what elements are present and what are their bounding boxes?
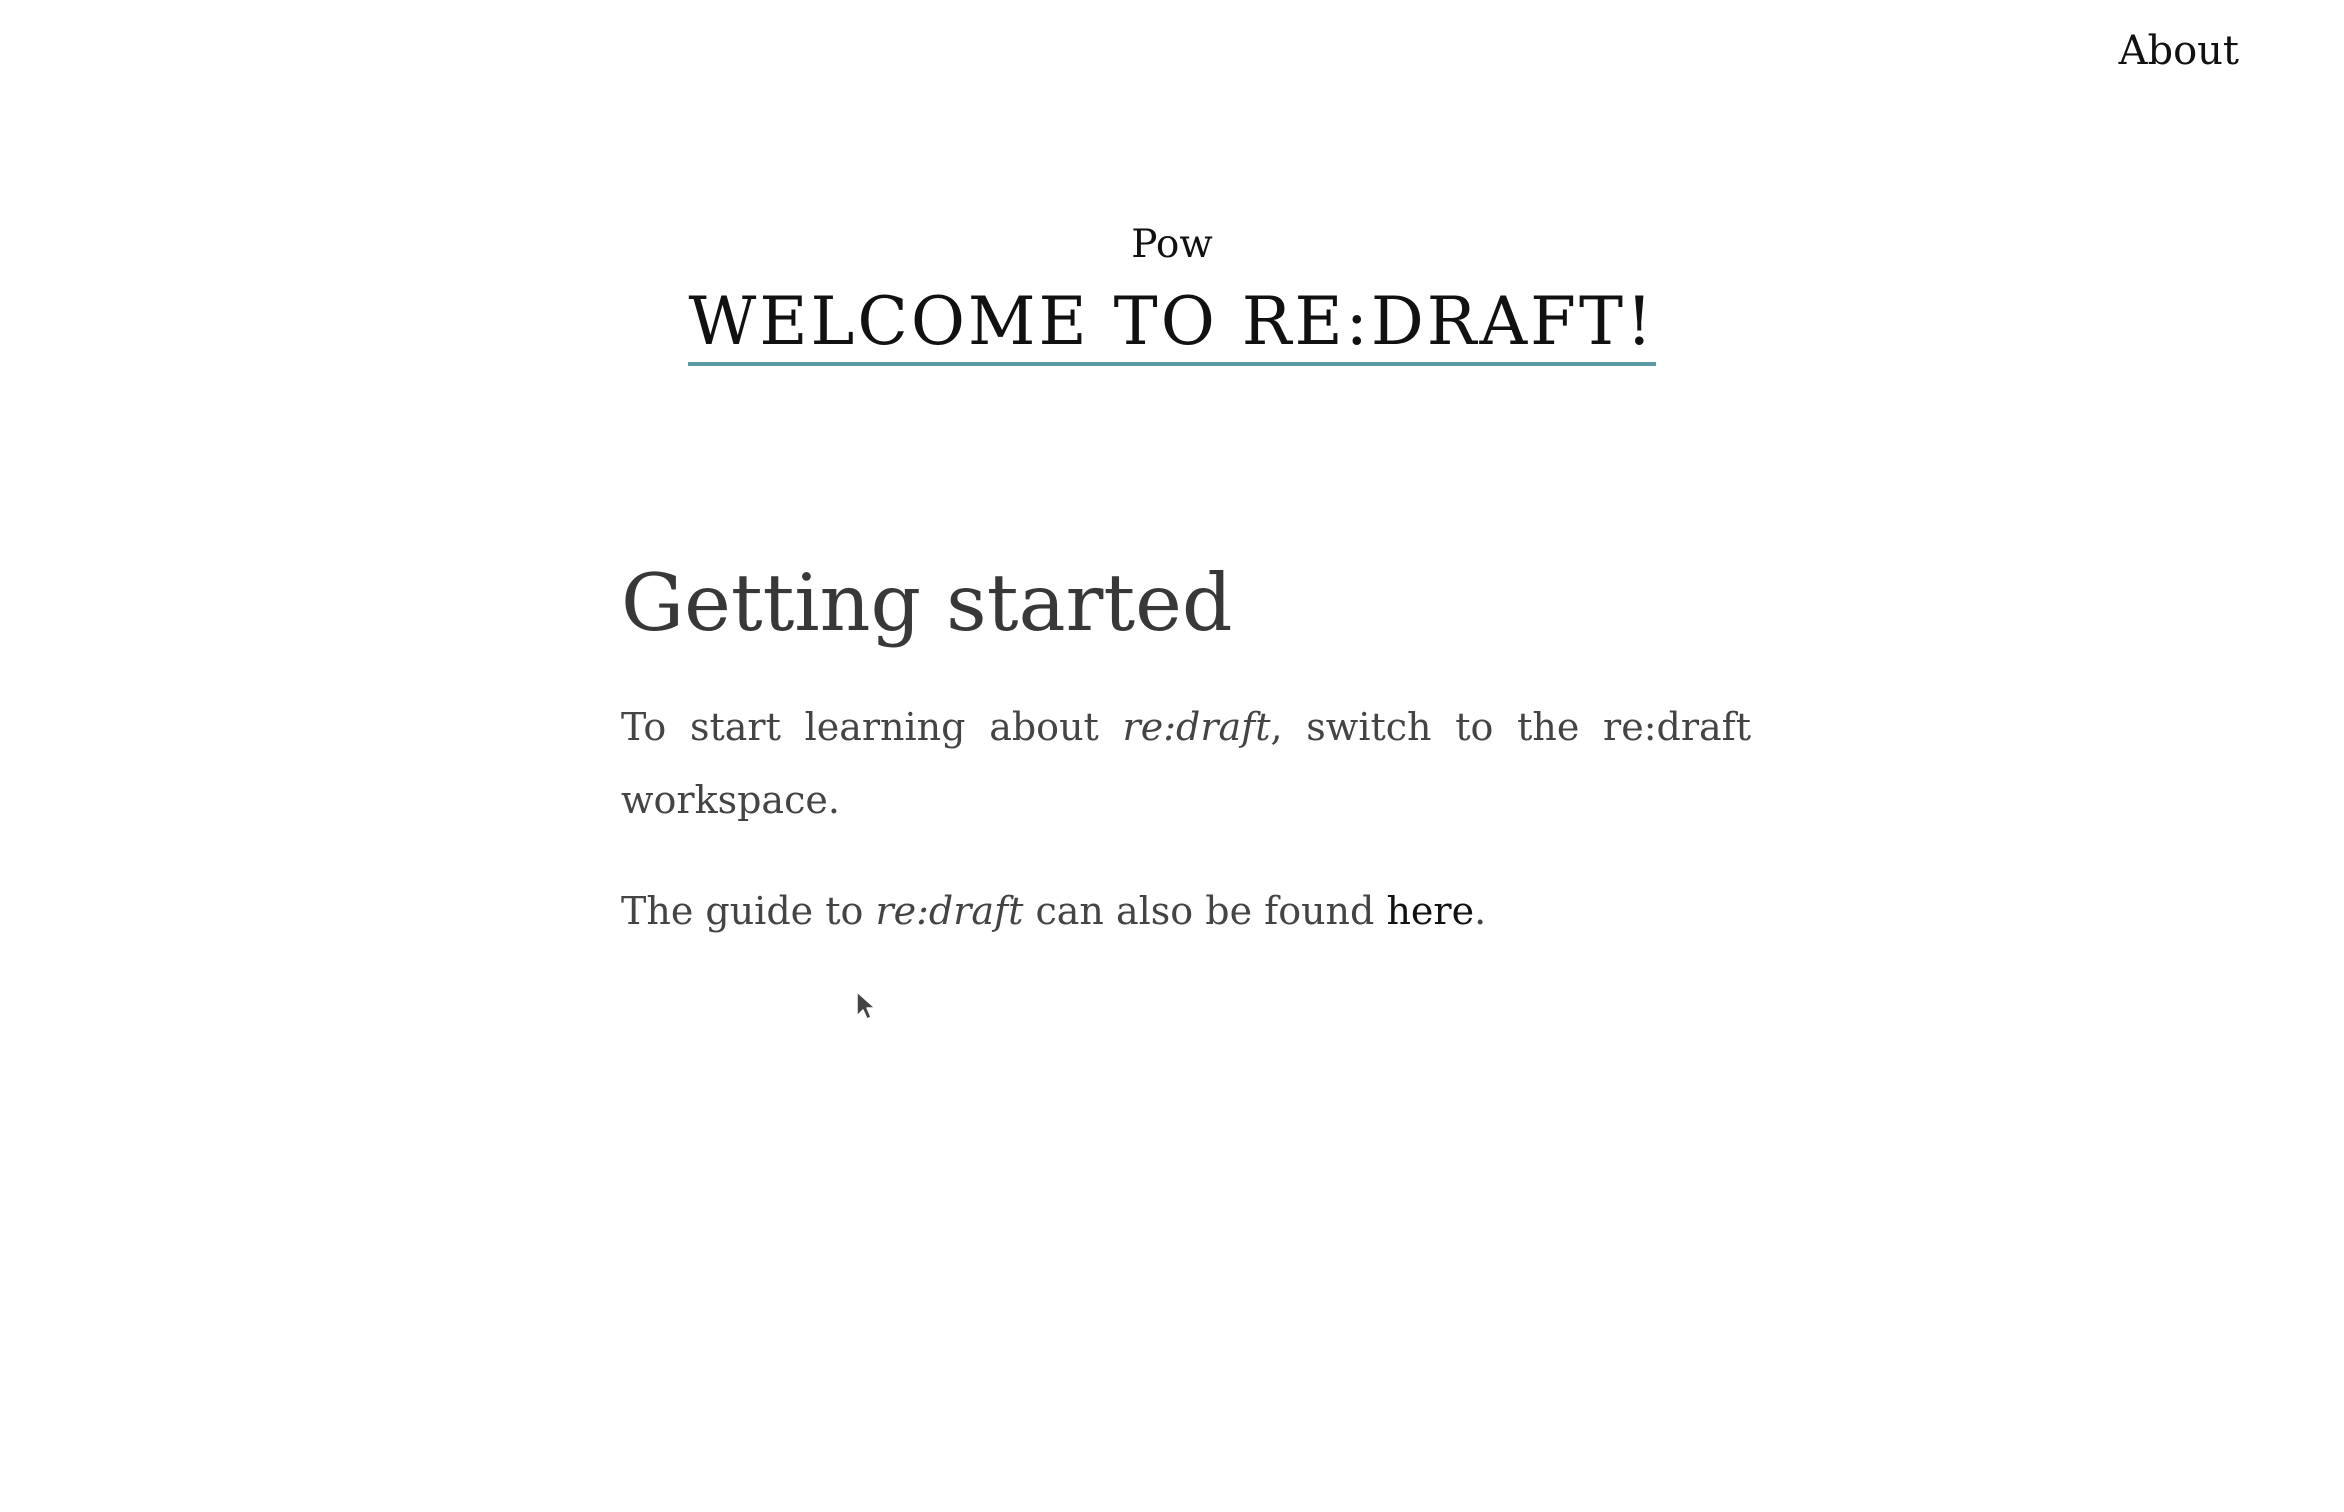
guide-text-start: The guide to (621, 889, 876, 933)
about-link[interactable]: About (2119, 28, 2239, 74)
guide-paragraph: The guide to re:draft can also be found … (621, 875, 1751, 948)
guide-text-middle: can also be found (1023, 889, 1387, 933)
top-nav: About (2119, 28, 2239, 74)
welcome-title: WELCOME TO RE:DRAFT! (688, 282, 1656, 366)
guide-text-end: . (1474, 889, 1487, 933)
intro-paragraph: To start learning about re:draft, switch… (621, 691, 1751, 837)
page-heading: Getting started (621, 557, 1233, 649)
masthead: Pow WELCOME TO RE:DRAFT! (0, 220, 2344, 366)
intro-product-name: re:draft (1122, 705, 1271, 749)
guide-product-name: re:draft (875, 889, 1024, 933)
mouse-pointer-icon (856, 991, 876, 1020)
intro-text-start: To start learning about (621, 705, 1123, 749)
guide-here-link[interactable]: here (1386, 889, 1474, 933)
site-name: Pow (1131, 222, 1213, 267)
main-content: Getting started To start learning about … (621, 555, 1751, 948)
